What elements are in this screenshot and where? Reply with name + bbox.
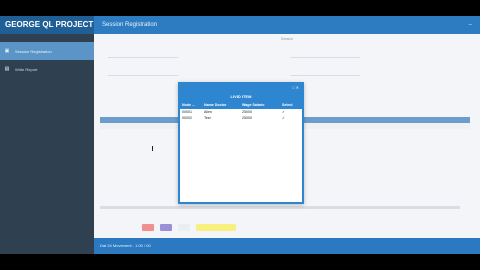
delete-button[interactable] [178,224,190,231]
close-icon[interactable]: ✕ [296,85,300,90]
form-field-4[interactable] [290,70,360,76]
form-field-2[interactable] [290,52,360,58]
sidebar: GEORGE QL PROJECT ▣ Session Registration… [0,16,94,254]
home-icon: ▣ [4,48,10,54]
modal-table-header: Node ... Name Doctor Wage Salario Select [180,102,302,109]
sidebar-item-label: Session Registration [15,48,52,54]
top-letterbox [0,0,480,16]
page-title: Session Registration [102,22,158,28]
status-footer: Dat 24 Movement - 1:00 / 00 [94,238,480,254]
bottom-letterbox [0,254,480,270]
cell-name: Test [204,116,211,120]
modal-heading: LIVID ITEM [180,92,302,102]
minimize-icon[interactable]: – [469,16,472,34]
mouse-cursor-icon [152,146,155,151]
document-icon: ▤ [4,66,10,72]
modal-titlebar: □✕ [180,84,302,92]
action-buttons [142,224,236,231]
form-field-1[interactable] [108,52,178,58]
clear-button[interactable] [196,224,236,231]
update-button[interactable] [160,224,172,231]
horizontal-scrollbar[interactable] [100,206,460,209]
form-title: Session [280,37,294,41]
table-row[interactable]: 00002 Test 25000 ✓ [180,115,302,121]
app-brand: GEORGE QL PROJECT [0,16,94,34]
page-header: Session Registration – [94,16,480,34]
checkmark-icon[interactable]: ✓ [280,115,302,121]
column-header[interactable]: Node ... [180,102,202,109]
sidebar-item-write-report[interactable]: ▤ Write Report [0,60,94,78]
column-header[interactable]: Name Doctor [202,102,240,109]
cell-id: 00002 [182,116,192,120]
form-field-3[interactable] [108,70,178,76]
cell-value: 25000 [242,116,252,120]
column-header[interactable]: Wage Salario [240,102,280,109]
app-window: GEORGE QL PROJECT ▣ Session Registration… [0,16,480,254]
save-button[interactable] [142,224,154,231]
column-header[interactable]: Select [280,102,302,109]
sidebar-item-label: Write Report [15,66,38,72]
item-lookup-modal: □✕ LIVID ITEM Node ... Name Doctor Wage … [178,82,304,204]
sidebar-item-session-registration[interactable]: ▣ Session Registration [0,42,94,60]
